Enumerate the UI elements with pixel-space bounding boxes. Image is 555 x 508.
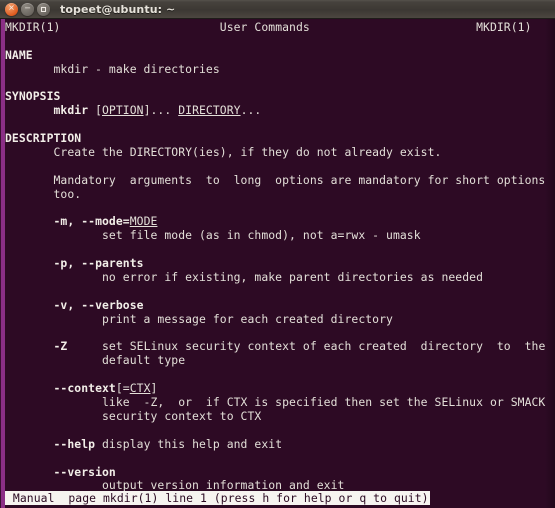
minimize-icon: − <box>24 3 31 13</box>
terminal-text: ]... <box>143 103 179 118</box>
window-title: topeet@ubuntu: ~ <box>60 2 176 16</box>
window-titlebar: ✕ − topeet@ubuntu: ~ <box>0 0 555 19</box>
terminal-text: = <box>122 214 130 229</box>
terminal-line: mkdir - make directories <box>5 61 555 77</box>
terminal-text: DESCRIPTION <box>5 131 82 146</box>
terminal-line: Create the DIRECTORY(ies), if they do no… <box>5 145 555 160</box>
terminal-text: mkdir <box>53 103 89 118</box>
maximize-icon <box>41 6 46 12</box>
terminal-text: MKDIR(1) <box>476 20 532 34</box>
terminal-text: set file mode (as in chmod), not a=rwx -… <box>5 228 421 243</box>
terminal-line: --version <box>5 464 555 480</box>
terminal-text: --help <box>53 436 96 451</box>
terminal-text: security context to CTX <box>5 408 262 423</box>
terminal-text: [ <box>88 103 102 118</box>
terminal-line: --help display this help and exit <box>5 436 555 452</box>
terminal-text: DIRECTORY <box>178 103 241 118</box>
terminal-text: CTX <box>129 381 151 396</box>
terminal-text: NAME <box>5 47 33 62</box>
terminal-text: MODE <box>129 214 158 229</box>
terminal-text: User Commands <box>219 20 310 34</box>
terminal-line: too. <box>5 186 555 202</box>
terminal-text: --context <box>53 381 116 396</box>
terminal-line: -Z set SELinux security context of each … <box>5 340 555 354</box>
terminal-line: DESCRIPTION <box>5 131 555 146</box>
window-controls: ✕ − <box>5 2 50 16</box>
terminal-text: -v, --verbose <box>53 297 144 312</box>
terminal-content[interactable]: MKDIR(1) User Commands MKDIR(1) NAME mkd… <box>0 19 555 508</box>
minimize-button[interactable]: − <box>21 2 34 16</box>
terminal-text: display this help and exit <box>95 436 283 451</box>
terminal-line: NAME <box>5 47 555 63</box>
terminal-text: like -Z, or if CTX is specified then set… <box>5 395 546 410</box>
terminal-line: -p, --parents <box>5 256 555 271</box>
close-button[interactable]: ✕ <box>5 2 18 16</box>
terminal-line: like -Z, or if CTX is specified then set… <box>5 395 555 410</box>
terminal-text: -p, --parents <box>53 256 144 271</box>
terminal-line: -v, --verbose <box>5 297 555 313</box>
pager-status-line: Manual page mkdir(1) line 1 (press h for… <box>5 491 430 505</box>
terminal-text: too. <box>5 186 82 201</box>
terminal-text: mkdir - make directories <box>5 61 220 76</box>
close-icon: ✕ <box>8 3 15 13</box>
terminal-line: no error if existing, make parent direct… <box>5 270 555 285</box>
terminal-text: Mandatory arguments to long options are … <box>5 172 546 187</box>
terminal-accent-strip <box>1 19 5 508</box>
terminal-text: -m, --mode <box>53 214 123 229</box>
terminal-text: no error if existing, make parent direct… <box>5 270 484 285</box>
terminal-line: MKDIR(1) User Commands MKDIR(1) <box>5 20 555 35</box>
terminal-window: ✕ − topeet@ubuntu: ~ MKDIR(1) User Comma… <box>0 0 555 508</box>
terminal-line: security context to CTX <box>5 408 555 424</box>
maximize-button[interactable] <box>37 2 50 16</box>
terminal-text: Create the DIRECTORY(ies), if they do no… <box>5 145 442 160</box>
terminal-line: print a message for each created directo… <box>5 311 555 327</box>
terminal-text: -Z <box>53 339 68 354</box>
terminal-text: default type <box>5 353 186 368</box>
terminal-text: MKDIR(1) <box>5 20 61 34</box>
terminal-text: ... <box>240 103 262 118</box>
terminal-text: [= <box>115 381 130 396</box>
terminal-left-edge <box>0 19 1 508</box>
terminal-line: SYNOPSIS <box>5 90 555 104</box>
man-page-text: MKDIR(1) User Commands MKDIR(1) NAME mkd… <box>5 20 555 508</box>
terminal-text: set SELinux security context of each cre… <box>67 339 546 354</box>
terminal-text: SYNOPSIS <box>5 89 61 104</box>
terminal-line: default type <box>5 353 555 368</box>
terminal-line: Mandatory arguments to long options are … <box>5 172 555 188</box>
terminal-text: print a message for each created directo… <box>5 311 393 326</box>
terminal-text: --version <box>53 464 116 479</box>
terminal-text: ] <box>150 381 158 396</box>
terminal-text: OPTION <box>102 103 144 118</box>
terminal-line: -m, --mode=MODE <box>5 215 555 229</box>
terminal-line: --context[=CTX] <box>5 381 555 396</box>
terminal-line: mkdir [OPTION]... DIRECTORY... <box>5 103 555 118</box>
terminal-line: set file mode (as in chmod), not a=rwx -… <box>5 228 555 243</box>
